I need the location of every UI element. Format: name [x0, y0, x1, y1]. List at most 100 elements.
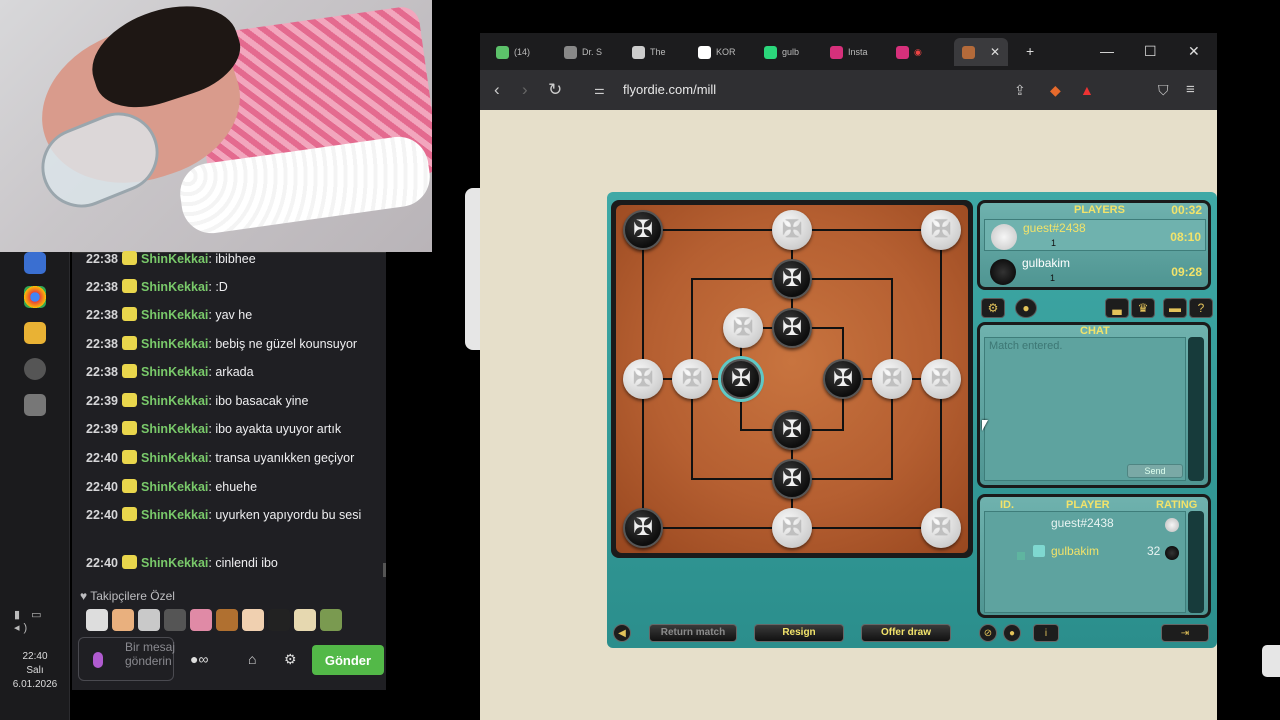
coin-icon[interactable]: ●	[1015, 298, 1037, 318]
black-piece[interactable]: ✠	[623, 508, 663, 548]
menu-icon[interactable]: ≡	[1186, 81, 1195, 98]
brave-shield-icon[interactable]: ◆	[1050, 82, 1061, 99]
vpn-icon[interactable]: ⛉	[1158, 82, 1169, 99]
white-piece[interactable]: ✠	[772, 210, 812, 250]
white-piece[interactable]: ✠	[623, 359, 663, 399]
tab-close-icon[interactable]: ✕	[990, 45, 1000, 59]
share-icon[interactable]: ⇪	[1014, 82, 1026, 99]
chrome-icon[interactable]	[24, 286, 46, 308]
offer-draw-button[interactable]: Offer draw	[861, 624, 951, 642]
chat-scrollbar[interactable]	[1188, 337, 1204, 481]
white-piece[interactable]: ✠	[921, 359, 961, 399]
tab[interactable]: (14)	[496, 41, 530, 63]
block-icon[interactable]: ⊘	[979, 624, 997, 642]
message-user[interactable]: ShinKekkai	[141, 451, 208, 465]
message-user[interactable]: ShinKekkai	[141, 337, 208, 351]
emote-picker-icon[interactable]: ●∞	[190, 651, 208, 667]
new-tab-icon[interactable]: +	[1026, 43, 1034, 59]
site-info-icon[interactable]: ⚌	[594, 83, 605, 97]
black-piece[interactable]: ✠	[772, 459, 812, 499]
exit-icon[interactable]: ⇥	[1161, 624, 1209, 642]
profile-icon[interactable]: ●	[1003, 624, 1021, 642]
black-piece[interactable]: ✠	[623, 210, 663, 250]
resign-button[interactable]: Resign	[754, 624, 844, 642]
obs-icon[interactable]	[24, 358, 46, 380]
black-piece[interactable]: ✠	[772, 308, 812, 348]
emote[interactable]	[242, 609, 264, 631]
emote[interactable]	[138, 609, 160, 631]
chat-input[interactable]: Bir mesaj gönderin	[78, 637, 175, 681]
message-user[interactable]: ShinKekkai	[141, 508, 208, 522]
sound-icon[interactable]: ◀	[613, 624, 631, 642]
board-surface[interactable]: ✠ ✠ ✠ ✠ ✠ ✠ ✠ ✠ ✠ ✠ ✠ ✠ ✠ ✠ ✠ ✠ ✠	[616, 205, 968, 553]
settings-icon[interactable]: ⚙	[981, 298, 1005, 318]
message-user[interactable]: ShinKekkai	[141, 365, 208, 379]
tab[interactable]: Insta	[830, 41, 868, 63]
emote[interactable]	[216, 609, 238, 631]
app-icon-yellow[interactable]	[24, 322, 46, 344]
black-piece[interactable]: ✠	[772, 259, 812, 299]
address-bar[interactable]: flyordie.com/mill	[623, 82, 716, 97]
emote[interactable]	[268, 609, 290, 631]
rewards-icon[interactable]: ▲	[1080, 82, 1094, 98]
settings-icon[interactable]: ⚙	[284, 651, 297, 668]
white-piece[interactable]: ✠	[723, 308, 763, 348]
store-icon[interactable]: ⌂	[248, 651, 256, 667]
back-icon[interactable]: ‹	[494, 80, 500, 100]
minimize-icon[interactable]: —	[1100, 43, 1114, 59]
tab[interactable]: The	[632, 41, 666, 63]
list-row[interactable]: gulbakim 32	[985, 544, 1185, 566]
chat-send-button[interactable]: Gönder	[312, 645, 384, 675]
message-user[interactable]: ShinKekkai	[141, 280, 208, 294]
black-piece[interactable]: ✠	[772, 410, 812, 450]
white-piece[interactable]: ✠	[872, 359, 912, 399]
forward-icon[interactable]: ›	[522, 80, 528, 100]
reload-icon[interactable]: ↻	[548, 80, 562, 100]
tab-active[interactable]: ✕	[954, 38, 1009, 66]
message-user[interactable]: ShinKekkai	[141, 556, 208, 570]
list-scrollbar[interactable]	[1188, 511, 1204, 613]
system-tray[interactable]: ▮ ▭ ◂)	[14, 608, 69, 634]
white-piece[interactable]: ✠	[921, 210, 961, 250]
black-piece-selected[interactable]: ✠	[721, 359, 761, 399]
app-icon[interactable]	[24, 252, 46, 274]
help-icon[interactable]: ?	[1189, 298, 1213, 318]
edge-chat-widget[interactable]	[1262, 645, 1280, 677]
microphone-icon[interactable]	[93, 652, 103, 668]
side-panel-handle[interactable]	[465, 188, 480, 350]
player-row-black[interactable]: gulbakim 1 09:28	[984, 255, 1206, 287]
white-piece[interactable]: ✠	[672, 359, 712, 399]
chat-bubble-icon[interactable]: ▬	[1163, 298, 1187, 318]
emote[interactable]	[320, 609, 342, 631]
tab[interactable]: ◉	[896, 41, 922, 63]
game-chat-log[interactable]: Match entered. Send	[984, 337, 1186, 481]
game-chat-send-button[interactable]: Send	[1127, 464, 1183, 478]
emote[interactable]	[190, 609, 212, 631]
white-piece[interactable]: ✠	[772, 508, 812, 548]
clock[interactable]: 22:40 Salı 6.01.2026	[0, 650, 70, 692]
tab[interactable]: gulb	[764, 41, 799, 63]
info-icon[interactable]: i	[1033, 624, 1059, 642]
message-user[interactable]: ShinKekkai	[141, 252, 208, 266]
maximize-icon[interactable]: ☐	[1144, 43, 1157, 60]
white-piece[interactable]: ✠	[921, 508, 961, 548]
app-icon-gray[interactable]	[24, 394, 46, 416]
close-window-icon[interactable]: ✕	[1188, 43, 1200, 60]
return-match-button[interactable]: Return match	[649, 624, 737, 642]
message-user[interactable]: ShinKekkai	[141, 480, 208, 494]
game-board[interactable]: ✠ ✠ ✠ ✠ ✠ ✠ ✠ ✠ ✠ ✠ ✠ ✠ ✠ ✠ ✠ ✠ ✠	[611, 200, 973, 558]
list-row[interactable]: guest#2438	[985, 516, 1185, 538]
message-user[interactable]: ShinKekkai	[141, 422, 208, 436]
player-row-white[interactable]: guest#2438 1 08:10	[984, 219, 1206, 251]
emote[interactable]	[164, 609, 186, 631]
emote[interactable]	[86, 609, 108, 631]
tab[interactable]: KOR	[698, 41, 736, 63]
message-user[interactable]: ShinKekkai	[141, 394, 208, 408]
tab[interactable]: Dr. S	[564, 41, 602, 63]
trophy-icon[interactable]: ♛	[1131, 298, 1155, 318]
message-user[interactable]: ShinKekkai	[141, 308, 208, 322]
emote[interactable]	[112, 609, 134, 631]
emote[interactable]	[294, 609, 316, 631]
shoe-icon[interactable]: ▃	[1105, 298, 1129, 318]
black-piece[interactable]: ✠	[823, 359, 863, 399]
